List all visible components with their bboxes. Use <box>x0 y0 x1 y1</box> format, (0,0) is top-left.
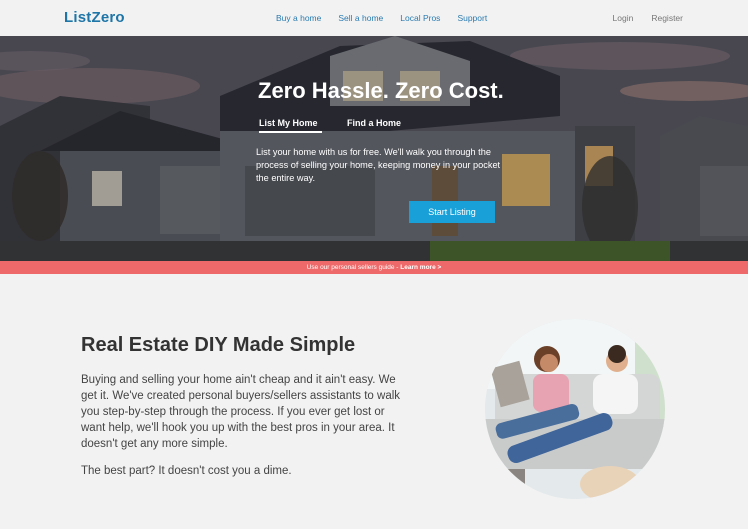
learn-more-link[interactable]: Learn more > <box>400 264 441 271</box>
nav-link-sell[interactable]: Sell a home <box>338 13 383 23</box>
hero-title: Zero Hassle. Zero Cost. <box>258 78 504 103</box>
auth-links: Login Register <box>595 13 683 23</box>
top-nav: ListZero Buy a home Sell a home Local Pr… <box>0 0 748 36</box>
hero-section: Zero Hassle. Zero Cost. List My Home Fin… <box>0 36 748 261</box>
couple-illustration <box>485 319 665 499</box>
register-link[interactable]: Register <box>651 13 683 23</box>
active-tab-indicator <box>259 131 322 133</box>
couple-relaxing-photo <box>485 319 665 499</box>
logo[interactable]: ListZero <box>64 9 125 26</box>
section-tagline: The best part? It doesn't cost you a dim… <box>81 465 292 477</box>
tab-list-my-home[interactable]: List My Home <box>259 118 318 128</box>
banner-text: Use our personal sellers guide - <box>306 264 401 271</box>
nav-links: Buy a home Sell a home Local Pros Suppor… <box>276 13 504 23</box>
nav-link-support[interactable]: Support <box>457 13 487 23</box>
sellers-guide-banner: Use our personal sellers guide - Learn m… <box>0 261 748 274</box>
tab-find-a-home[interactable]: Find a Home <box>347 118 401 128</box>
section-paragraph: Buying and selling your home ain't cheap… <box>81 374 401 450</box>
hero-description: List your home with us for free. We'll w… <box>256 147 501 183</box>
nav-link-local-pros[interactable]: Local Pros <box>400 13 440 23</box>
nav-link-buy[interactable]: Buy a home <box>276 13 321 23</box>
start-listing-button[interactable]: Start Listing <box>409 201 495 223</box>
login-link[interactable]: Login <box>613 13 634 23</box>
section-heading: Real Estate DIY Made Simple <box>81 334 356 356</box>
